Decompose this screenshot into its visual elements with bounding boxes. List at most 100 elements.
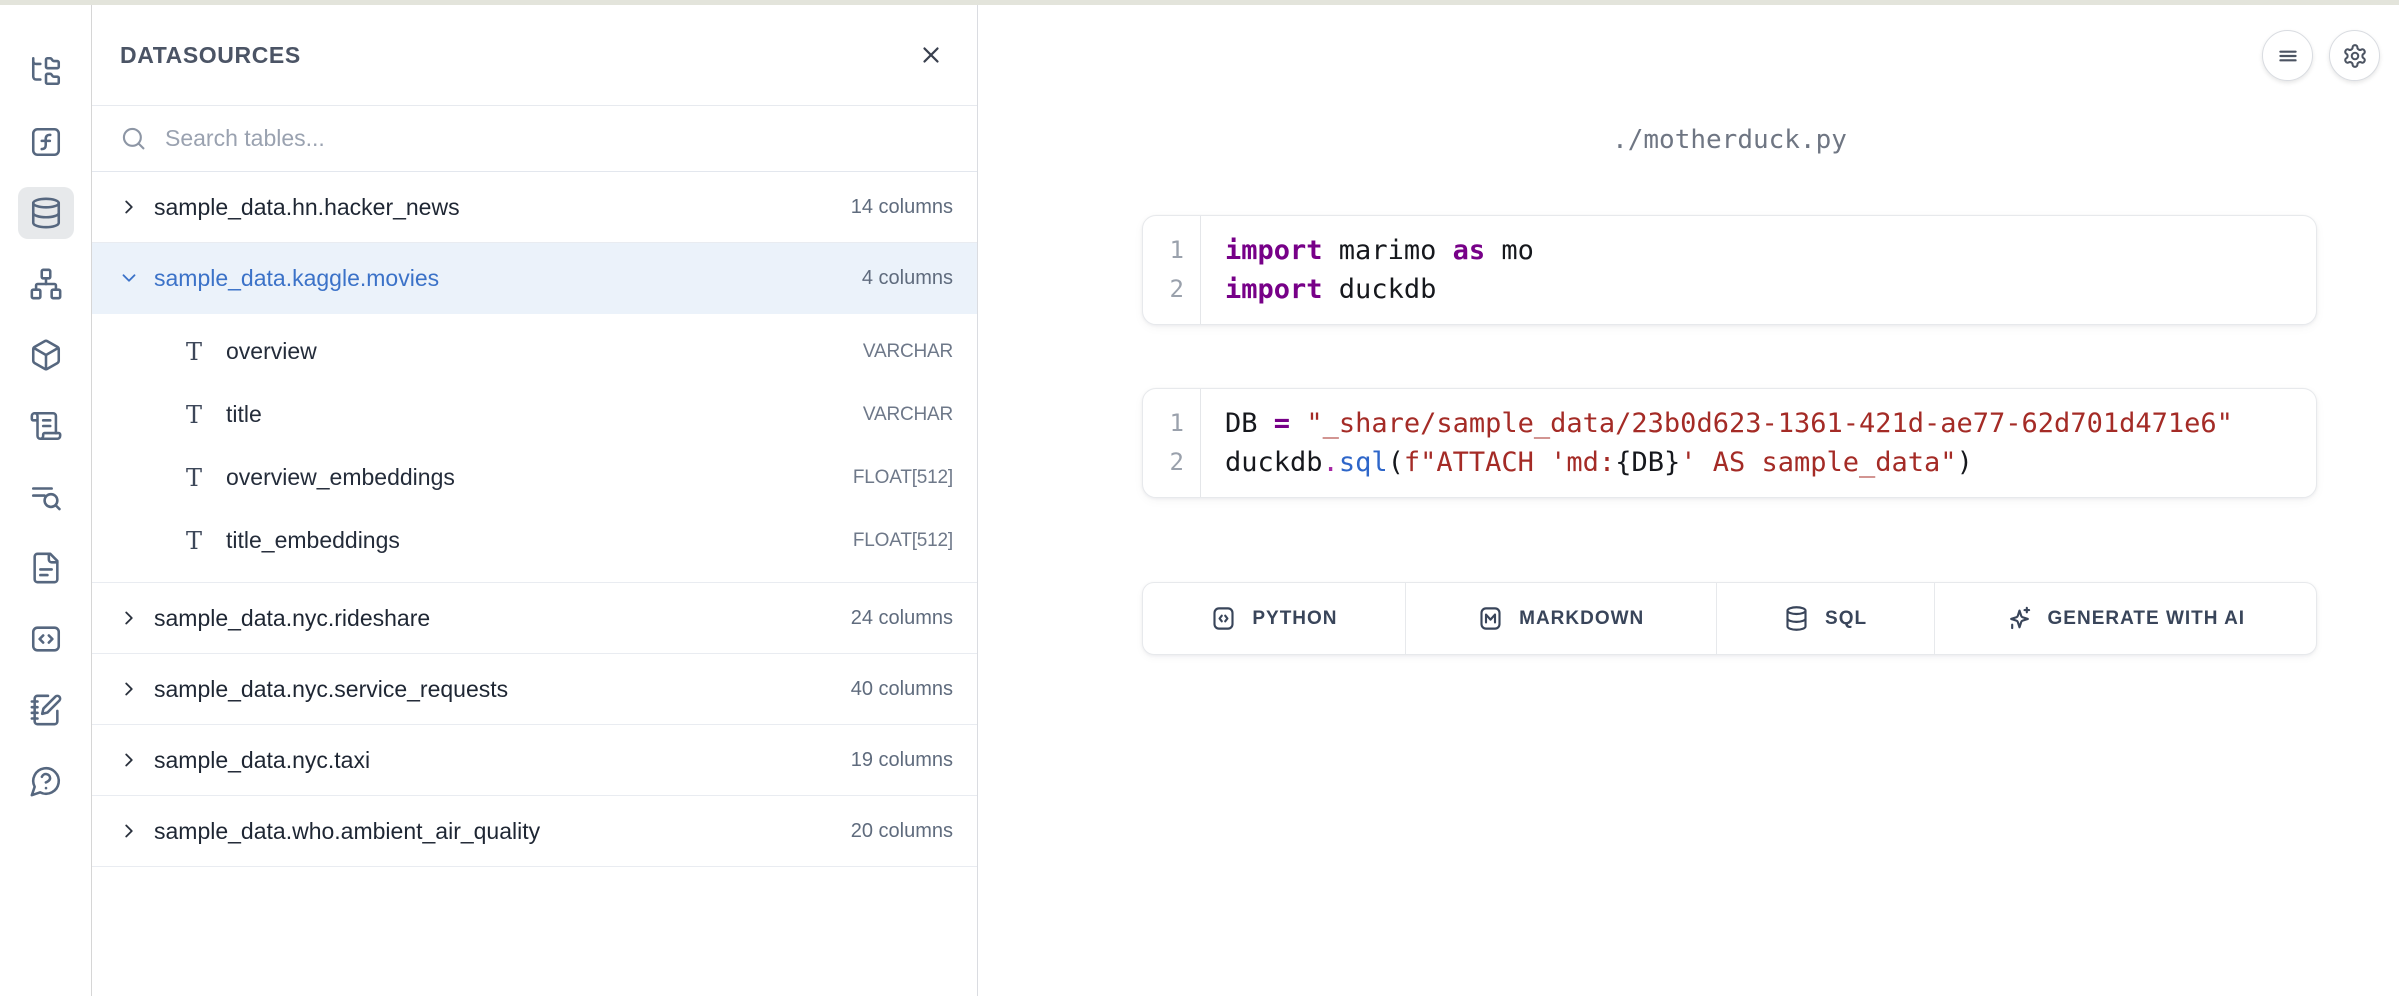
marimo-app: DATASOURCES sample_data.hn.hacker_news14… bbox=[0, 5, 2399, 996]
code-token: duckdb bbox=[1225, 447, 1323, 478]
settings-button[interactable] bbox=[2329, 30, 2380, 81]
datasources-tree: sample_data.hn.hacker_news14 columnssamp… bbox=[92, 172, 977, 996]
code-token: mo bbox=[1485, 235, 1534, 266]
notebook-menu-button[interactable] bbox=[2262, 30, 2313, 81]
top-right-actions bbox=[2262, 30, 2380, 81]
line-number: 2 bbox=[1143, 443, 1184, 482]
line-number: 1 bbox=[1143, 231, 1184, 270]
sidebar-item-packages[interactable] bbox=[18, 329, 74, 381]
code-token: as bbox=[1453, 235, 1486, 266]
column-row[interactable]: Ttitle VARCHAR bbox=[92, 383, 977, 446]
table-name: sample_data.nyc.rideshare bbox=[154, 605, 430, 632]
table-name: sample_data.hn.hacker_news bbox=[154, 194, 460, 221]
chevron-right-icon bbox=[118, 196, 140, 218]
table-name: sample_data.kaggle.movies bbox=[154, 265, 439, 292]
chevron-right-icon bbox=[118, 749, 140, 771]
dependency-graph-icon bbox=[29, 267, 63, 301]
notebook-main-area: ./motherduck.py 12import marimo as moimp… bbox=[978, 5, 2399, 996]
text-type-icon: T bbox=[182, 464, 206, 492]
column-type: VARCHAR bbox=[863, 404, 953, 426]
table-column-count: 40 columns bbox=[851, 678, 953, 701]
close-panel-button[interactable] bbox=[909, 33, 953, 77]
add-cell-bar: PYTHON MARKDOWN SQL GENERATE WITH AI bbox=[1142, 582, 2317, 655]
code-token: {DB} bbox=[1615, 447, 1680, 478]
table-name: sample_data.nyc.service_requests bbox=[154, 676, 508, 703]
code-token: marimo bbox=[1323, 235, 1453, 266]
add-python-label: PYTHON bbox=[1252, 608, 1337, 630]
text-type-icon: T bbox=[182, 401, 206, 429]
sidebar-item-documentation[interactable] bbox=[18, 542, 74, 594]
add-sql-label: SQL bbox=[1825, 608, 1867, 630]
code-cell[interactable]: 12 DB = "_share/sample_data/23b0d623-1361… bbox=[1142, 388, 2317, 498]
notebook-pen-icon bbox=[29, 693, 63, 727]
code-editor[interactable]: import marimo as moimport duckdb bbox=[1201, 216, 1554, 324]
sidebar-item-file-explorer[interactable] bbox=[18, 45, 74, 97]
column-row[interactable]: ToverviewVARCHAR bbox=[92, 320, 977, 383]
sidebar-item-dependencies[interactable] bbox=[18, 258, 74, 310]
table-row[interactable]: sample_data.kaggle.movies4 columns bbox=[92, 243, 977, 314]
sidebar-item-snippets[interactable] bbox=[18, 613, 74, 665]
line-number: 2 bbox=[1143, 270, 1184, 309]
list-search-icon bbox=[29, 480, 63, 514]
chevron-right-icon bbox=[118, 820, 140, 842]
column-name: title_embeddings bbox=[226, 527, 400, 554]
generate-with-ai-button[interactable]: GENERATE WITH AI bbox=[1935, 583, 2316, 654]
database-icon bbox=[29, 196, 63, 230]
line-number: 1 bbox=[1143, 404, 1184, 443]
code-token: ) bbox=[1957, 447, 1973, 478]
add-markdown-label: MARKDOWN bbox=[1519, 608, 1644, 630]
column-name: title bbox=[226, 401, 262, 428]
text-type-icon: T bbox=[182, 338, 206, 366]
table-row[interactable]: sample_data.who.ambient_air_quality 20 co… bbox=[92, 796, 977, 867]
chevron-right-icon bbox=[118, 678, 140, 700]
datasources-panel-header: DATASOURCES bbox=[92, 5, 977, 106]
notebook-filename[interactable]: ./motherduck.py bbox=[1142, 125, 2317, 155]
code-square-icon bbox=[29, 622, 63, 656]
sidebar-item-outline[interactable] bbox=[18, 400, 74, 452]
notebook-content: ./motherduck.py 12import marimo as moimp… bbox=[1142, 125, 2317, 655]
generate-with-ai-label: GENERATE WITH AI bbox=[2048, 608, 2246, 630]
column-type: FLOAT[512] bbox=[853, 530, 953, 552]
code-line: import marimo as mo bbox=[1225, 231, 1534, 270]
table-row[interactable]: sample_data.nyc.taxi19 columns bbox=[92, 725, 977, 796]
column-name: overview bbox=[226, 338, 317, 365]
add-markdown-cell-button[interactable]: MARKDOWN bbox=[1406, 583, 1717, 654]
add-python-cell-button[interactable]: PYTHON bbox=[1143, 583, 1406, 654]
table-row[interactable]: sample_data.nyc.service_requests 40 colum… bbox=[92, 654, 977, 725]
code-token: import bbox=[1225, 235, 1323, 266]
table-name: sample_data.who.ambient_air_quality bbox=[154, 818, 540, 845]
database-icon bbox=[1783, 605, 1810, 632]
table-row[interactable]: sample_data.hn.hacker_news14 columns bbox=[92, 172, 977, 243]
code-token: "_share/sample_data/23b0d623-1361-421d-a… bbox=[1306, 408, 2233, 439]
search-input[interactable] bbox=[165, 125, 949, 152]
code-token: DB bbox=[1225, 408, 1274, 439]
sidebar-item-logs[interactable] bbox=[18, 471, 74, 523]
page-title: DATASOURCES bbox=[120, 42, 301, 69]
sidebar-item-datasources[interactable] bbox=[18, 187, 74, 239]
column-row[interactable]: Ttitle_embeddings FLOAT[512] bbox=[92, 509, 977, 572]
code-editor[interactable]: DB = "_share/sample_data/23b0d623-1361-4… bbox=[1201, 389, 2253, 497]
chevron-down-icon bbox=[118, 267, 140, 289]
datasources-panel: DATASOURCES sample_data.hn.hacker_news14… bbox=[92, 5, 978, 996]
text-type-icon: T bbox=[182, 527, 206, 555]
left-icon-rail bbox=[0, 5, 92, 996]
column-row[interactable]: Toverview_embeddingsFLOAT[512] bbox=[92, 446, 977, 509]
table-columns-group: ToverviewVARCHARTtitleVARCHARToverview_e… bbox=[92, 314, 977, 583]
scroll-icon bbox=[29, 409, 63, 443]
line-number-gutter: 12 bbox=[1143, 216, 1201, 324]
sidebar-item-help[interactable] bbox=[18, 755, 74, 807]
chat-question-icon bbox=[29, 764, 63, 798]
add-sql-cell-button[interactable]: SQL bbox=[1717, 583, 1935, 654]
code-token: . bbox=[1323, 447, 1339, 478]
close-icon bbox=[918, 42, 944, 68]
function-square-icon bbox=[29, 125, 63, 159]
table-column-count: 20 columns bbox=[851, 820, 953, 843]
code-token bbox=[1290, 408, 1306, 439]
cells-container: 12import marimo as moimport duckdb12DB =… bbox=[1142, 215, 2317, 498]
code-square-icon bbox=[1210, 605, 1237, 632]
table-row[interactable]: sample_data.nyc.rideshare24 columns bbox=[92, 583, 977, 654]
code-cell[interactable]: 12import marimo as moimport duckdb bbox=[1142, 215, 2317, 325]
sidebar-item-variables[interactable] bbox=[18, 116, 74, 168]
sidebar-item-scratchpad[interactable] bbox=[18, 684, 74, 736]
hamburger-menu-icon bbox=[2275, 43, 2301, 69]
